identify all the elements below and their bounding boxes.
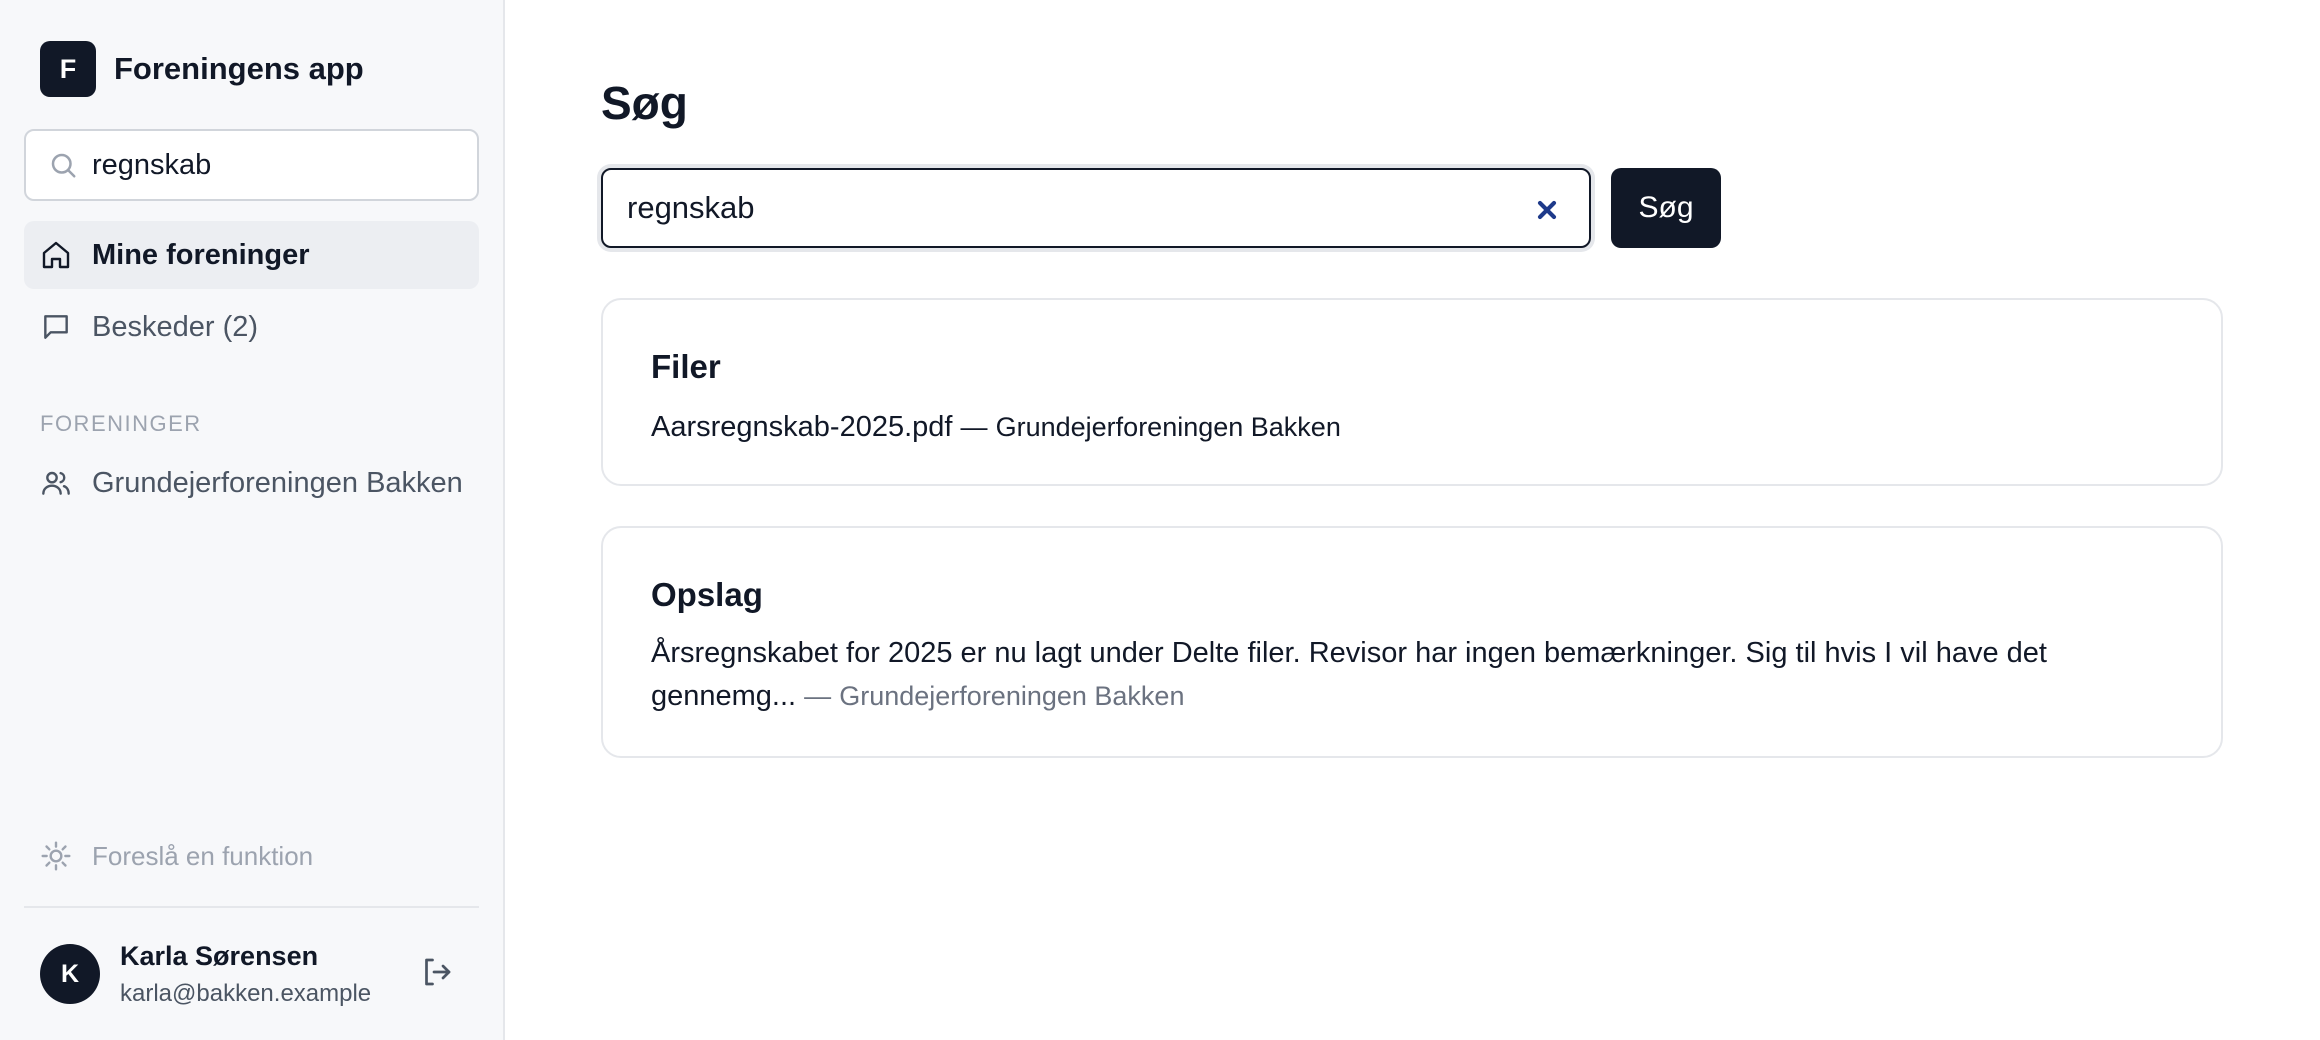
result-section-title: Opslag	[651, 576, 763, 613]
home-icon	[42, 241, 70, 269]
section-title-foreninger: FORENINGER	[40, 411, 202, 436]
result-file-name[interactable]: Aarsregnskab-2025.pdf	[651, 411, 952, 443]
result-item[interactable]: Aarsregnskab-2025.pdf — Grundejerforenin…	[651, 406, 2173, 449]
user-email: karla@bakken.example	[120, 979, 372, 1007]
clear-icon[interactable]	[1533, 196, 1561, 224]
result-item[interactable]: Årsregnskabet for 2025 er nu lagt under …	[651, 632, 2151, 718]
result-association: Grundejerforeningen Bakken	[839, 681, 1185, 711]
suggest-feature-label: Foreslå en funktion	[92, 840, 314, 871]
user-info: Karla Sørensen karla@bakken.example	[120, 941, 371, 1008]
result-separator: —	[804, 681, 832, 711]
brand-logo: F	[40, 41, 96, 97]
nav-item-label: Beskeder (2)	[92, 310, 259, 343]
search-field[interactable]	[601, 168, 1591, 248]
logout-icon[interactable]	[419, 954, 455, 990]
main-nav: Mine foreninger Beskeder (2)	[24, 221, 479, 365]
users-icon	[42, 471, 70, 495]
search-input[interactable]	[627, 190, 1487, 226]
app-name: Foreningens app	[114, 51, 364, 86]
brand[interactable]: F Foreningens app	[24, 41, 479, 97]
result-association: Grundejerforeningen Bakken	[995, 412, 1341, 442]
search-button[interactable]: Søg	[1611, 168, 1721, 248]
group-item-label: Grundejerforeningen Bakken	[92, 466, 463, 499]
avatar[interactable]: K	[40, 944, 100, 1004]
user-panel: K Karla Sørensen karla@bakken.example	[24, 906, 479, 1040]
result-separator: —	[960, 412, 988, 442]
nav-item-label: Mine foreninger	[92, 238, 310, 271]
search-row: Søg	[601, 168, 2320, 248]
nav-item-beskeder[interactable]: Beskeder (2)	[24, 293, 479, 361]
message-icon	[44, 315, 68, 339]
suggest-feature-link[interactable]: Foreslå en funktion	[24, 822, 479, 890]
sidebar-search[interactable]	[24, 129, 479, 201]
result-section-title: Filer	[651, 348, 721, 385]
search-icon	[51, 153, 76, 178]
page-title: Søg	[601, 77, 688, 129]
nav-item-mine-foreninger[interactable]: Mine foreninger	[24, 221, 479, 289]
app-root: F Foreningens app Mine foreninger Besk	[0, 0, 2320, 1040]
sidebar-item-grundejerforeningen-bakken[interactable]: Grundejerforeningen Bakken	[24, 449, 479, 517]
result-card-files: Filer Aarsregnskab-2025.pdf — Grundejerf…	[601, 298, 2223, 486]
result-card-posts: Opslag Årsregnskabet for 2025 er nu lagt…	[601, 526, 2223, 758]
sidebar: F Foreningens app Mine foreninger Besk	[0, 0, 505, 1040]
lightbulb-icon	[41, 841, 71, 871]
sidebar-search-input[interactable]	[92, 148, 452, 182]
main-content: Søg Søg Filer Aarsregnskab-2025.pdf — Gr…	[505, 0, 2320, 1040]
user-name: Karla Sørensen	[120, 940, 319, 971]
